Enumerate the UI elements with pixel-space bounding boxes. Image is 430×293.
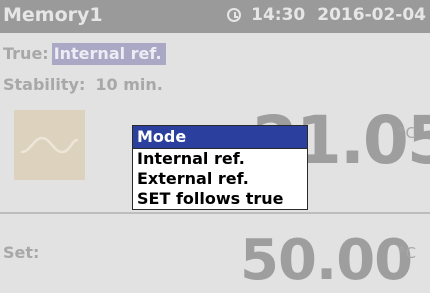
clock-icon — [227, 8, 242, 22]
header-date: 2016-02-04 — [317, 5, 426, 25]
true-row: True: Internal ref. — [3, 43, 166, 65]
wave-indicator — [14, 110, 85, 180]
display-screen: Memory1 14:30 2016-02-04 True: Internal r… — [0, 0, 430, 293]
header-time: 14:30 — [251, 5, 306, 25]
header-bar: Memory1 14:30 2016-02-04 — [0, 0, 430, 33]
menu-item-set-follows-true[interactable]: SET follows true — [133, 189, 307, 209]
temperature-unit: °C — [398, 124, 416, 142]
mode-menu: Mode Internal ref. External ref. SET fol… — [132, 125, 308, 210]
set-value[interactable]: 50.00 — [240, 233, 413, 289]
true-value[interactable]: Internal ref. — [51, 43, 166, 65]
menu-title: Mode — [133, 126, 307, 149]
divider — [0, 212, 430, 214]
set-label: Set: — [3, 243, 40, 262]
true-label: True: — [3, 44, 49, 63]
wave-icon — [20, 136, 79, 154]
header-clock: 14:30 2016-02-04 — [227, 5, 426, 25]
menu-item-internal-ref[interactable]: Internal ref. — [133, 149, 307, 169]
set-unit: °C — [398, 244, 416, 262]
menu-item-external-ref[interactable]: External ref. — [133, 169, 307, 189]
stability-label: Stability: — [3, 75, 86, 94]
memory-title: Memory1 — [3, 4, 103, 26]
stability-value: 10 min. — [95, 75, 163, 94]
stability-row: Stability: 10 min. — [3, 75, 163, 94]
